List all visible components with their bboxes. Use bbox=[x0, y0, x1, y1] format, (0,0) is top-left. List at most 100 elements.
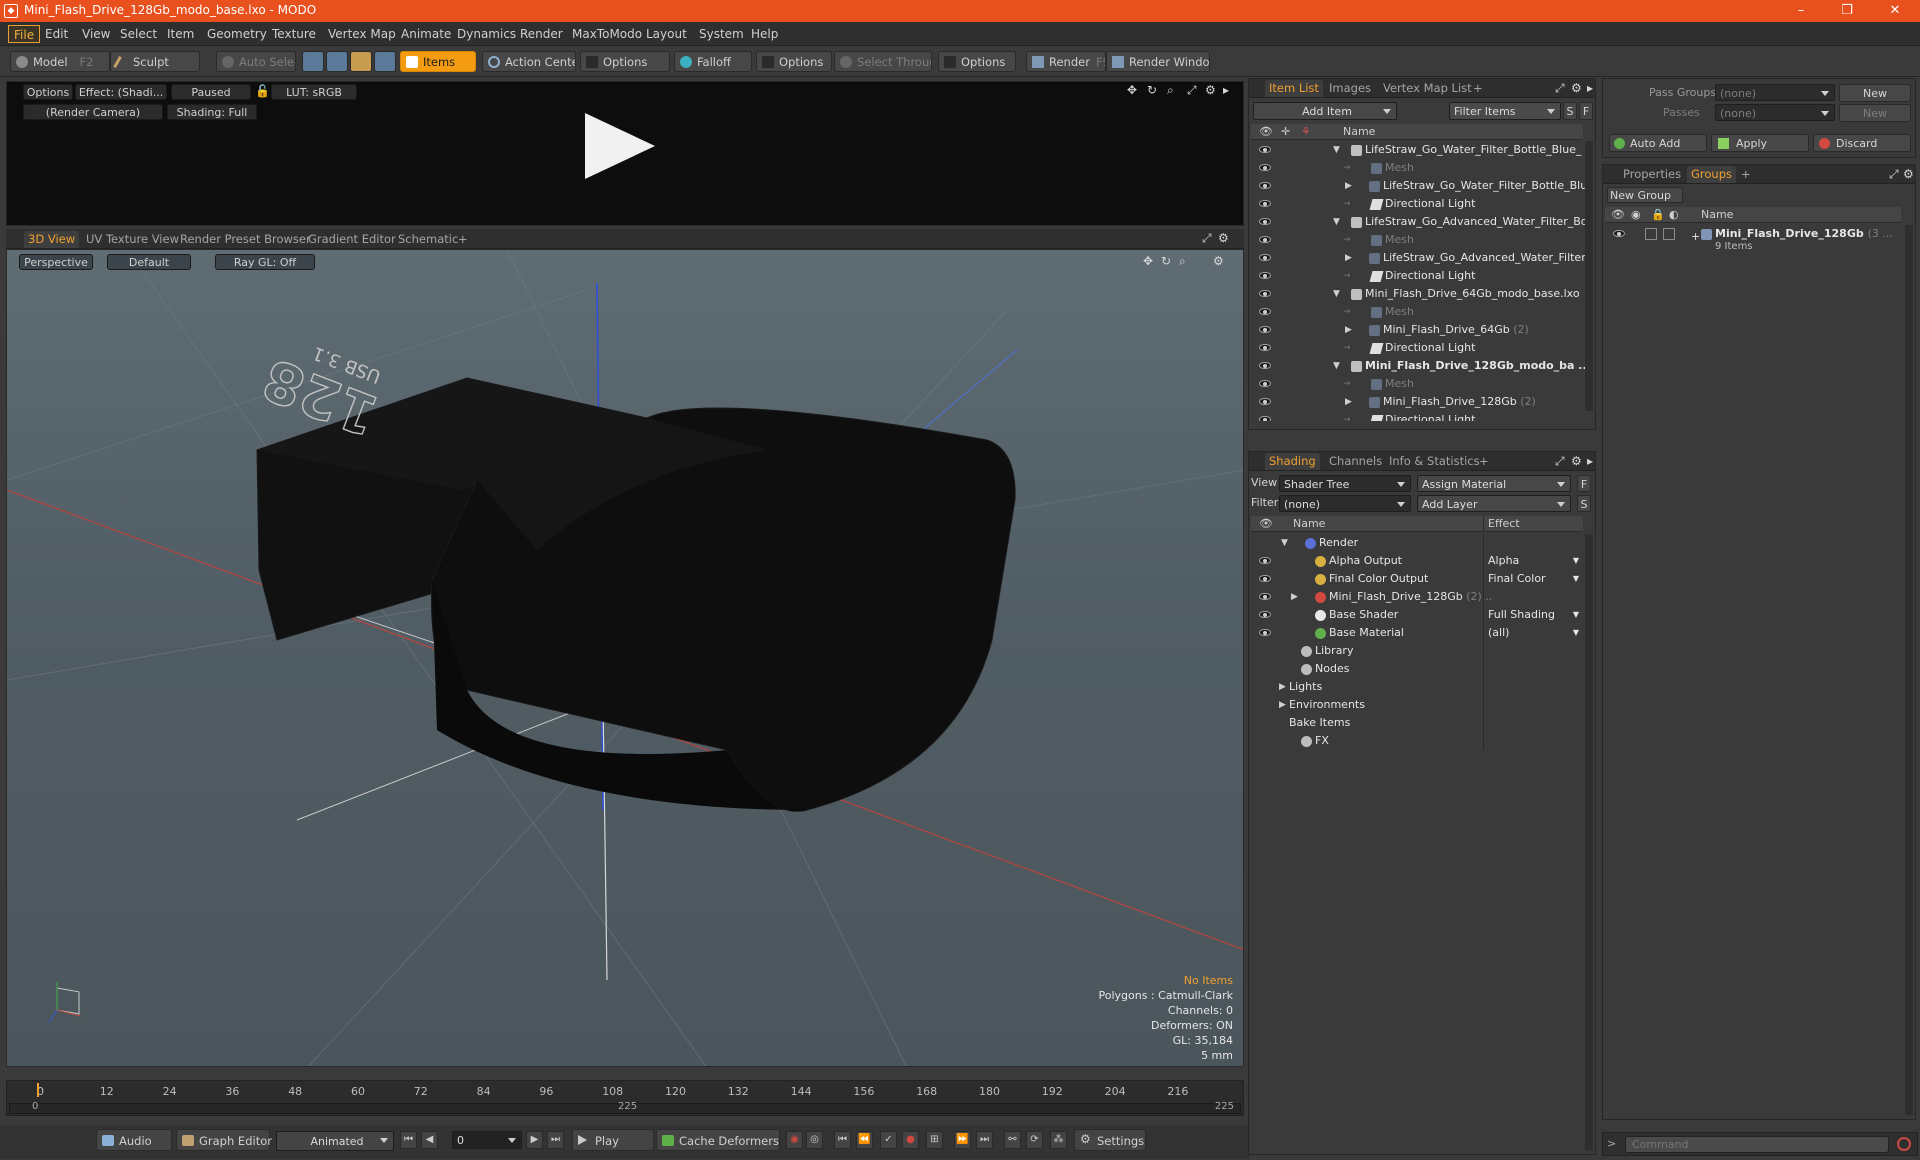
gear-icon[interactable]: ⚙ bbox=[1218, 231, 1229, 245]
item-row[interactable]: → Mesh bbox=[1251, 231, 1575, 249]
play-button[interactable]: Play bbox=[572, 1129, 654, 1151]
visibility-icon[interactable] bbox=[1259, 236, 1271, 243]
menu-item[interactable]: Item bbox=[162, 25, 199, 43]
cache-deformers-button[interactable]: Cache Deformers bbox=[656, 1129, 780, 1151]
3d-viewport[interactable]: 128 USB 3.1 Perspective Default Ray GL: … bbox=[6, 249, 1244, 1067]
command-stop-icon[interactable] bbox=[1897, 1137, 1911, 1151]
menu-maxtomodo[interactable]: MaxToModo bbox=[567, 25, 647, 43]
tab-images[interactable]: Images bbox=[1325, 80, 1375, 97]
tab-gradient-editor[interactable]: Gradient Editor bbox=[304, 231, 400, 248]
sculpt-mode-button[interactable]: Sculpt bbox=[110, 51, 200, 72]
visibility-icon[interactable] bbox=[1259, 398, 1271, 405]
command-input[interactable] bbox=[1625, 1136, 1889, 1153]
item-row[interactable]: → Directional Light bbox=[1251, 339, 1575, 357]
tab-info-statistics[interactable]: Info & Statistics bbox=[1385, 453, 1484, 470]
maximize-icon[interactable]: ⤢ bbox=[1555, 454, 1565, 469]
visibility-icon[interactable] bbox=[1259, 416, 1271, 421]
item-row[interactable]: ▼ Mini_Flash_Drive_128Gb_modo_ba ... bbox=[1251, 357, 1585, 375]
maximize-icon[interactable]: ⤢ bbox=[1555, 81, 1565, 96]
shading-dropdown[interactable]: Shading: Full bbox=[167, 104, 257, 120]
effect-cell[interactable]: Alpha ▼ bbox=[1483, 552, 1583, 570]
vertices-mode-button[interactable] bbox=[302, 51, 324, 72]
expand-arrow-icon[interactable]: ▶ bbox=[1345, 177, 1352, 195]
menu-file[interactable]: File bbox=[8, 25, 41, 43]
add-layer-dropdown[interactable]: Add Layer bbox=[1417, 495, 1571, 512]
item-row[interactable]: → Mesh bbox=[1251, 303, 1575, 321]
menu-texture[interactable]: Texture bbox=[267, 25, 321, 43]
prev-key-button[interactable]: ◀ bbox=[421, 1131, 438, 1149]
item-row[interactable]: ▶ LifeStraw_Go_Advanced_Water_Filter_... bbox=[1251, 249, 1585, 267]
visibility-icon[interactable] bbox=[1259, 344, 1271, 351]
shader-row[interactable]: ▶ Mini_Flash_Drive_128Gb (2)... bbox=[1251, 588, 1575, 606]
expand-arrow-icon[interactable]: ▸ bbox=[1587, 81, 1593, 95]
filter-s-button[interactable]: S bbox=[1563, 102, 1577, 120]
rotate-icon[interactable]: ↻ bbox=[1147, 83, 1157, 97]
next-key-icon[interactable]: ⏭ bbox=[976, 1131, 993, 1149]
expand-arrow-icon[interactable]: ▶ bbox=[1345, 321, 1352, 339]
new-group-button[interactable]: New Group bbox=[1607, 187, 1683, 203]
menu-layout[interactable]: Layout bbox=[641, 25, 692, 43]
visibility-icon[interactable] bbox=[1259, 254, 1271, 261]
close-button[interactable]: ✕ bbox=[1872, 0, 1918, 22]
gear-icon[interactable]: ⚙ bbox=[1213, 254, 1224, 268]
audio-button[interactable]: Audio bbox=[96, 1129, 172, 1151]
visibility-icon[interactable] bbox=[1259, 629, 1271, 636]
visibility-icon[interactable] bbox=[1259, 611, 1271, 618]
key-edit-icon[interactable]: ✓ bbox=[880, 1131, 897, 1149]
item-row[interactable]: → Mesh bbox=[1251, 159, 1575, 177]
collapse-arrow-icon[interactable]: ▼ bbox=[1333, 285, 1340, 303]
range-bar[interactable]: 0 225 225 bbox=[9, 1101, 1241, 1114]
shader-row[interactable]: Bake Items bbox=[1251, 714, 1575, 732]
group-row[interactable]: + Mini_Flash_Drive_128Gb (3 ... 9 Items bbox=[1605, 225, 1901, 255]
maximize-icon[interactable]: ⤢ bbox=[1202, 231, 1212, 246]
keyframe-icon[interactable]: ⊞ bbox=[926, 1131, 943, 1149]
gear-icon[interactable]: ⚙ bbox=[1571, 454, 1582, 468]
minimize-button[interactable]: – bbox=[1778, 0, 1824, 22]
item-row[interactable]: → Directional Light bbox=[1251, 267, 1575, 285]
menu-vertex-map[interactable]: Vertex Map bbox=[323, 25, 401, 43]
item-row[interactable]: → Mesh bbox=[1251, 375, 1575, 393]
item-row[interactable]: → Directional Light bbox=[1251, 195, 1575, 213]
expand-arrow-icon[interactable]: ▸ bbox=[1223, 83, 1229, 97]
menu-edit[interactable]: Edit bbox=[40, 25, 73, 43]
zoom-icon[interactable]: ⌕ bbox=[1167, 83, 1174, 98]
next-frame-icon[interactable]: ⏩ bbox=[954, 1131, 971, 1149]
item-row[interactable]: ▶ LifeStraw_Go_Water_Filter_Bottle_Blue..… bbox=[1251, 177, 1585, 195]
tab-properties[interactable]: Properties bbox=[1619, 166, 1685, 183]
item-list-scrollbar[interactable] bbox=[1585, 141, 1593, 411]
maximize-button[interactable]: ❐ bbox=[1824, 0, 1870, 22]
perspective-dropdown[interactable]: Perspective bbox=[19, 254, 93, 270]
gear-icon[interactable]: ⚙ bbox=[1205, 83, 1216, 97]
prev-frame-icon[interactable]: ⏪ bbox=[856, 1131, 873, 1149]
menu-select[interactable]: Select bbox=[115, 25, 162, 43]
item-row[interactable]: ▶ Mini_Flash_Drive_64Gb (2) bbox=[1251, 321, 1575, 339]
collapse-arrow-icon[interactable]: ▼ bbox=[1333, 357, 1340, 375]
move-icon[interactable]: ✥ bbox=[1127, 83, 1137, 97]
preview-pause-button[interactable]: Paused bbox=[171, 84, 251, 100]
new-pass-group-button[interactable]: New bbox=[1839, 84, 1911, 102]
tab-groups[interactable]: Groups bbox=[1687, 166, 1737, 183]
visibility-icon[interactable] bbox=[1259, 146, 1271, 153]
menu-render[interactable]: Render bbox=[515, 25, 568, 43]
menu-view[interactable]: View bbox=[77, 25, 115, 43]
tab-vertex-map-list[interactable]: Vertex Map List bbox=[1379, 80, 1476, 97]
menu-geometry[interactable]: Geometry bbox=[202, 25, 272, 43]
visibility-icon[interactable] bbox=[1259, 557, 1271, 564]
render-window-button[interactable]: Render Window bbox=[1106, 51, 1210, 72]
visibility-icon[interactable] bbox=[1259, 575, 1271, 582]
gear-icon[interactable]: ⚙ bbox=[1571, 81, 1582, 95]
last-frame-button[interactable]: ⏭ bbox=[547, 1131, 564, 1149]
shading-s-button[interactable]: S bbox=[1577, 495, 1591, 512]
expand-icon[interactable]: + bbox=[1691, 228, 1700, 246]
maximize-icon[interactable]: ⤢ bbox=[1187, 83, 1197, 98]
pass-groups-dropdown[interactable]: (none) bbox=[1715, 84, 1835, 101]
camera-dropdown[interactable]: (Render Camera) bbox=[23, 104, 163, 120]
polygons-mode-button[interactable] bbox=[350, 51, 372, 72]
shader-row[interactable]: ▼ Render bbox=[1251, 534, 1575, 552]
visibility-icon[interactable] bbox=[1259, 380, 1271, 387]
tab-3d-view[interactable]: 3D View bbox=[24, 231, 80, 248]
item-row[interactable]: → Directional Light bbox=[1251, 411, 1575, 421]
visibility-icon[interactable] bbox=[1613, 230, 1625, 237]
materials-mode-button[interactable] bbox=[374, 51, 396, 72]
shader-row[interactable]: Base Shader Full Shading ▼ bbox=[1251, 606, 1579, 624]
